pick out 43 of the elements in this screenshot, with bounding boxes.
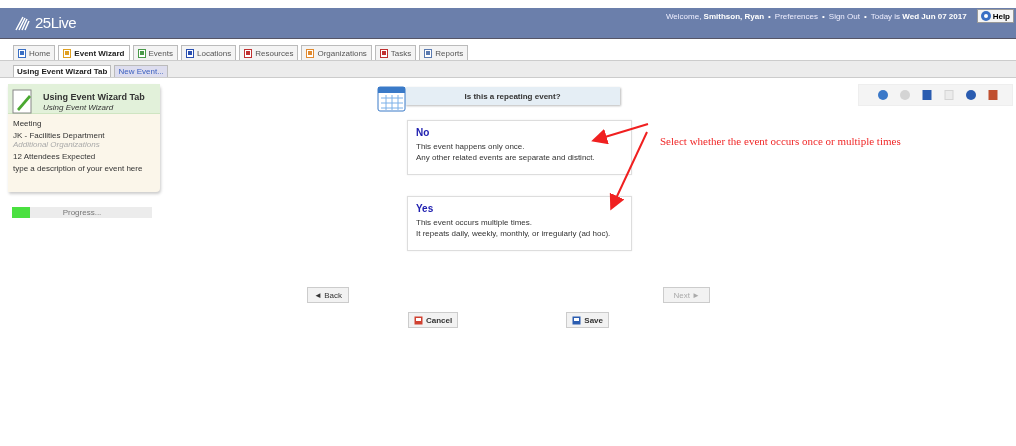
summary-line: JK - Facilities Department	[13, 131, 106, 140]
header-link[interactable]: Preferences	[774, 11, 818, 21]
choice-card[interactable]: No This event happens only once. Any other related events are separate and distinct.	[407, 120, 632, 175]
choice-description: This event happens only once.	[416, 142, 526, 151]
separator-dot: •	[822, 11, 825, 21]
card-title: Using Event Wizard Tab	[43, 92, 145, 102]
nav-tab[interactable]: Resources	[239, 45, 299, 60]
calendar-icon	[377, 84, 407, 112]
choice-title: Yes	[416, 203, 435, 214]
sub-tab[interactable]: Using Event Wizard Tab	[13, 65, 112, 77]
help-button[interactable]: Help	[976, 9, 1014, 23]
nav-tab[interactable]: Tasks	[374, 45, 417, 60]
separator-dot: •	[863, 11, 867, 21]
date-text: Today is Wed Jun 07 2017	[870, 11, 967, 21]
logo-icon	[15, 14, 33, 31]
nav-tab[interactable]: Organizations	[301, 45, 372, 60]
summary-line: Additional Organizations	[13, 140, 101, 149]
sub-tab[interactable]: New Event...	[114, 65, 168, 77]
nav-button[interactable]: ◄ Back	[307, 287, 349, 303]
choice-detail: It repeats daily, weekly, monthly, or irregularly (ad hoc).	[416, 229, 612, 238]
choice-card[interactable]: Yes This event occurs multiple times. It repeats daily, weekly, monthly, or irregularly (ad hoc).	[407, 196, 632, 251]
cancel-button[interactable]: Cancel	[408, 312, 459, 328]
card-subtitle: Using Event Wizard	[43, 103, 115, 112]
summary-line: 12 Attendees Expected	[13, 152, 97, 161]
question-heading: Is this a repeating event?	[405, 87, 620, 105]
choice-detail: Any other related events are separate and distinct.	[416, 153, 596, 162]
nav-tab[interactable]: Event Wizard	[58, 45, 130, 60]
nav-tab[interactable]: Locations	[181, 45, 237, 60]
nav-tab[interactable]: Events	[132, 45, 178, 60]
choice-description: This event occurs multiple times.	[416, 218, 534, 227]
annotation-text: Select whether the event occurs once or multiple times	[660, 135, 901, 147]
logo-text: 25Live	[35, 14, 77, 31]
summary-line: Meeting	[13, 119, 43, 128]
header-link[interactable]: Sign Out	[828, 11, 860, 21]
pencil-document-icon	[12, 89, 34, 115]
summary-line: type a description of your event here	[13, 164, 144, 173]
welcome-text: Welcome, Smithson, Ryan	[665, 11, 765, 21]
nav-tab[interactable]: Reports	[419, 45, 469, 60]
separator-dot: •	[768, 11, 771, 21]
save-button[interactable]: Save	[566, 312, 609, 328]
nav-tab[interactable]: Home	[13, 45, 56, 60]
progress-label: Progress...	[61, 208, 103, 217]
choice-title: No	[416, 127, 431, 138]
